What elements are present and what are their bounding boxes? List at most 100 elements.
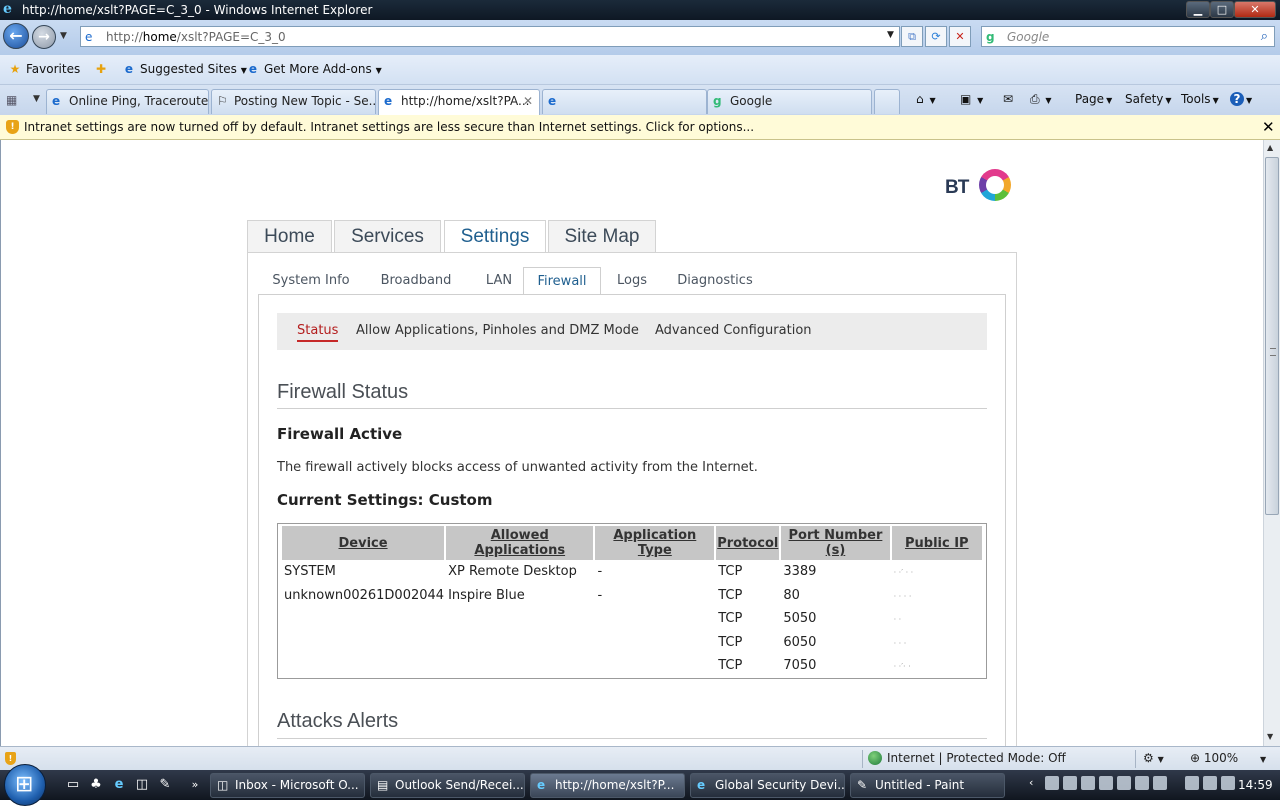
search-box[interactable]: g Google ⌕ bbox=[981, 26, 1275, 47]
suggested-sites-button[interactable]: e Suggested Sites ▼ bbox=[122, 62, 247, 76]
security-zone[interactable]: Internet | Protected Mode: Off bbox=[868, 751, 1066, 765]
help-menu[interactable]: ? ▼ bbox=[1230, 92, 1252, 106]
quick-launch-icon[interactable]: ♣ bbox=[87, 776, 105, 794]
browser-tab[interactable]: e bbox=[542, 89, 707, 114]
ie-quick-launch-icon[interactable]: e bbox=[110, 776, 128, 794]
print-icon[interactable]: ⎙ ▼ bbox=[1030, 92, 1052, 107]
tab-lan[interactable]: LAN bbox=[468, 267, 530, 295]
feeds-icon[interactable]: ▣ ▼ bbox=[960, 92, 983, 106]
table-header-row: Device Allowed Applications Application … bbox=[282, 526, 982, 560]
minimize-button[interactable]: ▁ bbox=[1186, 1, 1210, 18]
network-icon[interactable] bbox=[1185, 776, 1199, 790]
tab-status[interactable]: Status bbox=[297, 323, 339, 342]
tab-diagnostics[interactable]: Diagnostics bbox=[663, 267, 767, 295]
safety-menu[interactable]: Safety ▼ bbox=[1125, 92, 1172, 106]
column-header-port-number[interactable]: Port Number (s) bbox=[781, 526, 890, 560]
more-quick-launch-icon[interactable]: » bbox=[186, 776, 204, 794]
forward-button[interactable]: → bbox=[32, 25, 56, 49]
tab-site-map[interactable]: Site Map bbox=[548, 220, 656, 253]
taskbar-clock[interactable]: 14:59 bbox=[1238, 778, 1273, 792]
tab-broadband[interactable]: Broadband bbox=[366, 267, 466, 295]
close-window-button[interactable]: ✕ bbox=[1234, 1, 1276, 18]
column-header-allowed-applications[interactable]: Allowed Applications bbox=[446, 526, 594, 560]
tab-advanced-configuration[interactable]: Advanced Configuration bbox=[655, 323, 812, 338]
zoom-control[interactable]: ⊕ 100% ▼ bbox=[1190, 751, 1266, 765]
cell-device bbox=[282, 631, 444, 655]
browser-tab[interactable]: g Google bbox=[707, 89, 872, 114]
compatibility-view-icon[interactable]: ⧉ bbox=[901, 26, 923, 47]
column-header-application-type[interactable]: Application Type bbox=[595, 526, 715, 560]
browser-tab[interactable]: ⚐ Posting New Topic - Se... bbox=[211, 89, 376, 114]
vertical-scrollbar[interactable]: ▲ ▼ bbox=[1263, 140, 1280, 746]
taskbar-button[interactable]: ✎ Untitled - Paint bbox=[850, 773, 1005, 798]
ie-icon: e bbox=[697, 778, 706, 792]
battery-icon[interactable] bbox=[1203, 776, 1217, 790]
tab-logs[interactable]: Logs bbox=[603, 267, 661, 295]
tab-settings[interactable]: Settings bbox=[444, 220, 546, 254]
search-icon[interactable]: ⌕ bbox=[1261, 29, 1268, 44]
tab-services[interactable]: Services bbox=[334, 220, 441, 253]
favorites-button[interactable]: ★ Favorites bbox=[8, 62, 81, 76]
cell-port: 3389 bbox=[783, 564, 817, 580]
maximize-button[interactable]: □ bbox=[1210, 1, 1234, 18]
volume-icon[interactable] bbox=[1221, 776, 1235, 790]
mail-icon[interactable]: ✉ bbox=[1003, 92, 1013, 106]
tray-icon[interactable] bbox=[1153, 776, 1167, 790]
address-bar[interactable]: e http://home/xslt?PAGE=C_3_0 ▼ bbox=[80, 26, 900, 47]
information-bar[interactable]: ! Intranet settings are now turned off b… bbox=[0, 115, 1280, 140]
column-header-protocol[interactable]: Protocol bbox=[716, 526, 780, 560]
shield-warning-icon[interactable]: ! bbox=[5, 752, 16, 765]
tab-label: http://home/xslt?PA... bbox=[401, 94, 530, 108]
security-zone-label: Internet | Protected Mode: Off bbox=[887, 751, 1066, 765]
search-placeholder[interactable]: Google bbox=[1007, 30, 1049, 44]
information-bar-message[interactable]: Intranet settings are now turned off by … bbox=[24, 120, 754, 134]
tab-home[interactable]: Home bbox=[247, 220, 332, 253]
close-infobar-icon[interactable]: ✕ bbox=[1262, 118, 1275, 136]
outlook-quick-launch-icon[interactable]: ◫ bbox=[133, 776, 151, 794]
tab-list-dropdown-icon[interactable]: ▼ bbox=[33, 94, 40, 104]
show-desktop-icon[interactable]: ▭ bbox=[64, 776, 82, 794]
stop-icon[interactable]: ✕ bbox=[949, 26, 971, 47]
url-host: home bbox=[142, 30, 177, 44]
tab-firewall[interactable]: Firewall bbox=[523, 267, 601, 295]
tab-allow-applications[interactable]: Allow Applications, Pinholes and DMZ Mod… bbox=[356, 323, 639, 338]
address-dropdown-icon[interactable]: ▼ bbox=[887, 30, 894, 40]
protected-mode-icon[interactable]: ⚙ ▼ bbox=[1143, 751, 1164, 765]
scroll-down-icon[interactable]: ▼ bbox=[1267, 732, 1273, 741]
tools-menu[interactable]: Tools ▼ bbox=[1181, 92, 1219, 106]
tab-system-info[interactable]: System Info bbox=[258, 267, 364, 295]
tray-icon[interactable] bbox=[1135, 776, 1149, 790]
refresh-icon[interactable]: ⟳ bbox=[925, 26, 947, 47]
close-tab-icon[interactable]: ✕ bbox=[523, 90, 533, 112]
browser-tab[interactable]: e Online Ping, Traceroute,... bbox=[46, 89, 209, 114]
tab-page-icon: ⚐ bbox=[217, 94, 228, 108]
browser-tab-active[interactable]: e http://home/xslt?PA... ✕ bbox=[378, 89, 540, 115]
tray-icon[interactable] bbox=[1045, 776, 1059, 790]
paint-quick-launch-icon[interactable]: ✎ bbox=[156, 776, 174, 794]
column-header-device[interactable]: Device bbox=[282, 526, 445, 560]
taskbar-button[interactable]: e Global Security Devi... bbox=[690, 773, 845, 798]
taskbar-button-active[interactable]: e http://home/xslt?P... bbox=[530, 773, 685, 798]
tray-icon[interactable] bbox=[1099, 776, 1113, 790]
add-favorite-icon[interactable]: ✚ bbox=[94, 62, 112, 76]
page-menu[interactable]: Page ▼ bbox=[1075, 92, 1112, 106]
tray-icon[interactable] bbox=[1081, 776, 1095, 790]
taskbar-button[interactable]: ◫ Inbox - Microsoft O... bbox=[210, 773, 365, 798]
home-icon[interactable]: ⌂ ▼ bbox=[916, 92, 936, 106]
get-more-addons-button[interactable]: e Get More Add-ons ▼ bbox=[246, 62, 382, 76]
back-button[interactable]: ← bbox=[3, 23, 29, 49]
tray-icon[interactable] bbox=[1063, 776, 1077, 790]
tab-bar: ▦ ▼ e Online Ping, Traceroute,... ⚐ Postin… bbox=[0, 85, 1280, 115]
quick-tabs-icon[interactable]: ▦ bbox=[6, 93, 30, 109]
taskbar-button[interactable]: ▤ Outlook Send/Recei... bbox=[370, 773, 525, 798]
column-header-public-ip[interactable]: Public IP bbox=[891, 526, 982, 560]
favorites-label: Favorites bbox=[26, 62, 81, 76]
address-url[interactable]: http://home/xslt?PAGE=C_3_0 bbox=[106, 30, 286, 44]
scrollbar-thumb[interactable] bbox=[1265, 157, 1279, 515]
tray-expand-icon[interactable]: ‹ bbox=[1029, 776, 1033, 789]
new-tab-button[interactable] bbox=[874, 89, 900, 114]
scroll-up-icon[interactable]: ▲ bbox=[1267, 143, 1273, 152]
recent-pages-dropdown[interactable]: ▼ bbox=[60, 31, 67, 41]
tray-icon[interactable] bbox=[1117, 776, 1131, 790]
tab-page-icon: e bbox=[548, 94, 557, 108]
